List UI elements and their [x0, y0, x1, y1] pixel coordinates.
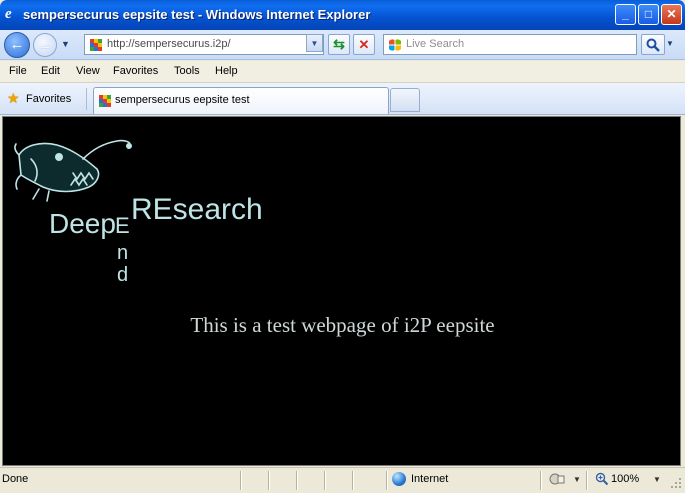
status-divider — [386, 471, 387, 490]
site-favicon-icon — [90, 39, 102, 51]
zoom-level[interactable]: 100% — [611, 473, 639, 485]
status-divider — [240, 471, 241, 490]
star-icon[interactable]: ★ — [7, 90, 20, 107]
logo-text-end-d: d — [117, 264, 128, 286]
minimize-button[interactable]: _ — [615, 4, 636, 25]
forward-arrow-icon: → — [37, 37, 53, 54]
menu-view[interactable]: View — [76, 65, 100, 77]
search-field[interactable]: Live Search — [383, 34, 637, 55]
anglerfish-icon — [14, 139, 133, 202]
live-search-logo-icon — [389, 39, 401, 51]
page-body-text: This is a test webpage of i2P eepsite — [190, 313, 495, 337]
status-divider — [268, 471, 269, 490]
menu-tools[interactable]: Tools — [174, 65, 200, 77]
logo-text-end: E n d — [115, 213, 130, 286]
zoom-dropdown-icon[interactable]: ▼ — [653, 475, 661, 484]
status-divider — [540, 471, 541, 490]
ie-logo-icon: e — [5, 6, 12, 22]
resize-grip-icon[interactable] — [670, 477, 682, 489]
address-dropdown-icon[interactable]: ▼ — [306, 34, 323, 52]
menu-file[interactable]: File — [9, 65, 27, 77]
menu-help[interactable]: Help — [215, 65, 238, 77]
forward-button[interactable]: → — [33, 33, 57, 57]
page-viewport[interactable]: Deep REsearch E n d This is a test webpa… — [2, 116, 681, 466]
maximize-button[interactable]: □ — [638, 4, 659, 25]
magnifier-icon — [646, 38, 660, 52]
menu-bar: File Edit View Favorites Tools Help — [0, 61, 685, 83]
status-divider — [586, 471, 587, 490]
security-zone[interactable]: Internet — [411, 473, 448, 485]
refresh-icon: ⇆ — [333, 36, 345, 52]
globe-icon — [392, 472, 406, 486]
logo-text-deep: Deep — [49, 208, 116, 239]
address-bar[interactable]: http://sempersecurus.i2p/ — [84, 34, 324, 55]
status-divider — [324, 471, 325, 490]
zoom-icon[interactable] — [595, 472, 609, 486]
menu-favorites[interactable]: Favorites — [113, 65, 158, 77]
status-divider — [296, 471, 297, 490]
stop-button[interactable]: ✕ — [353, 34, 375, 55]
logo-text-research: REsearch — [131, 193, 263, 226]
search-button[interactable] — [641, 34, 665, 55]
search-options-dropdown-icon[interactable]: ▼ — [666, 39, 674, 48]
status-divider — [352, 471, 353, 490]
stop-icon: ✕ — [358, 37, 370, 52]
window-title: sempersecurus eepsite test - Windows Int… — [23, 7, 371, 22]
logo-text-end-n: n — [117, 242, 128, 264]
back-arrow-icon: ← — [9, 36, 25, 53]
logo-text-end-e: E — [115, 213, 130, 238]
address-input[interactable]: http://sempersecurus.i2p/ — [107, 38, 231, 50]
title-bar[interactable]: e sempersecurus eepsite test - Windows I… — [0, 0, 685, 30]
close-button[interactable]: ✕ — [661, 4, 682, 25]
menu-edit[interactable]: Edit — [41, 65, 60, 77]
protected-mode-icon[interactable] — [549, 472, 565, 486]
tab-label: sempersecurus eepsite test — [115, 94, 250, 106]
toolbar-divider — [86, 88, 87, 110]
deep-end-research-logo: Deep REsearch E n d — [14, 139, 263, 286]
navigation-bar: ← → ▼ http://sempersecurus.i2p/ ▼ ⇆ ✕ Li… — [0, 30, 685, 60]
favorites-button[interactable]: Favorites — [26, 93, 71, 105]
tab-current-page[interactable]: sempersecurus eepsite test — [93, 87, 389, 114]
recent-pages-dropdown-icon[interactable]: ▼ — [61, 39, 71, 49]
status-text: Done — [2, 473, 29, 485]
status-bar: Done Internet ▼ 100% ▼ — [0, 467, 685, 493]
window-border — [681, 116, 685, 466]
tab-favicon-icon — [99, 95, 111, 107]
refresh-button[interactable]: ⇆ — [328, 34, 350, 55]
new-tab-button[interactable] — [390, 88, 420, 112]
protected-mode-dropdown-icon[interactable]: ▼ — [573, 475, 581, 484]
search-input[interactable]: Live Search — [406, 38, 464, 50]
back-button[interactable]: ← — [4, 32, 30, 58]
